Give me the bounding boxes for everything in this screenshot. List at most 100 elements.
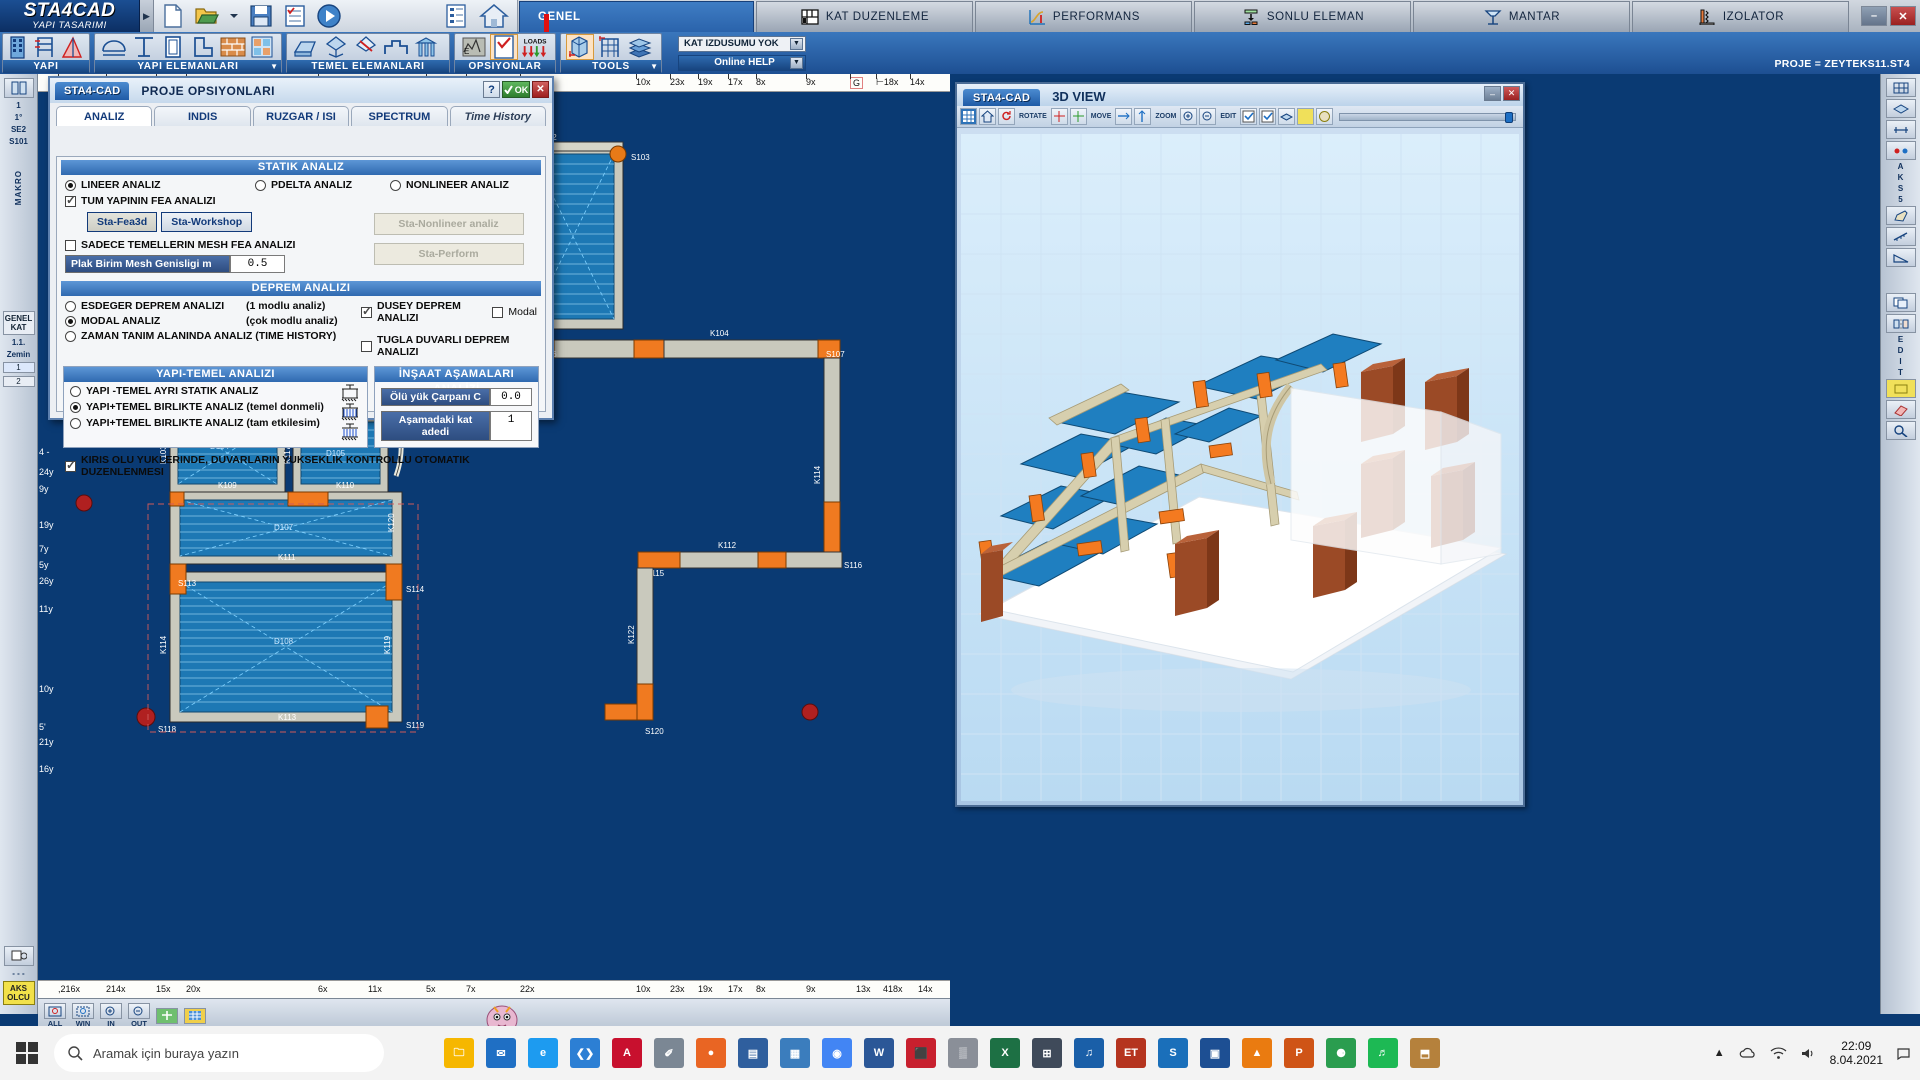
tab-kat-duzenleme[interactable]: KAT DUZENLEME xyxy=(756,1,973,32)
left-tool-select-icon[interactable] xyxy=(3,78,34,98)
tab-performans[interactable]: PERFORMANS xyxy=(975,1,1192,32)
radio-esdeger-deprem[interactable]: ESDEGER DEPREM ANALIZI (1 modlu analiz) xyxy=(65,300,355,312)
3d-close-button[interactable]: ✕ xyxy=(1503,86,1520,101)
dialog-close-button[interactable]: ✕ xyxy=(532,81,549,98)
tab-ruzgar-isi[interactable]: RUZGAR / ISI xyxy=(252,106,350,126)
notifications-icon[interactable] xyxy=(1897,1047,1910,1060)
sta-nonlineer-button[interactable]: Sta-Nonlineer analiz xyxy=(373,213,524,235)
new-file-icon[interactable] xyxy=(160,3,186,29)
dialog-help-button[interactable]: ? xyxy=(483,81,500,98)
tbeam-icon[interactable] xyxy=(130,34,158,60)
sta-workshop-button[interactable]: Sta-Workshop xyxy=(161,212,253,232)
mp3-icon[interactable]: ♫ xyxy=(1074,1038,1104,1068)
left-checkbox-icon[interactable] xyxy=(3,946,34,966)
right-tool-grid-icon[interactable] xyxy=(1885,78,1916,97)
zoom-in-button[interactable]: IN xyxy=(100,1003,122,1028)
checkbox-tugla-duvarli[interactable]: TUGLA DUVARLI DEPREM ANALIZI xyxy=(361,334,537,358)
zoom-all-button[interactable]: ALL xyxy=(44,1003,66,1028)
chevron-down-icon[interactable]: ▼ xyxy=(270,62,278,71)
strip-footing-icon[interactable] xyxy=(292,34,320,60)
sap-icon[interactable]: S xyxy=(1158,1038,1188,1068)
chevron-up-icon[interactable]: ▲ xyxy=(1714,1047,1725,1059)
edge-icon[interactable]: e xyxy=(528,1038,558,1068)
right-tool-layer-icon[interactable] xyxy=(1885,99,1916,118)
taskbar-clock[interactable]: 22:09 8.04.2021 xyxy=(1830,1039,1883,1067)
minimize-button[interactable]: – xyxy=(1861,6,1887,26)
checkbox-dusey-deprem[interactable]: DUSEY DEPREM ANALIZI xyxy=(361,300,482,324)
makro-label[interactable]: MAKRO xyxy=(14,170,23,205)
sketch-tool-icon[interactable]: ✐ xyxy=(654,1038,684,1068)
right-tool-zoom-icon[interactable] xyxy=(1885,421,1916,440)
steam-icon[interactable]: ⚈ xyxy=(1326,1038,1356,1068)
sta-fea3d-button[interactable]: Sta-Fea3d xyxy=(87,212,158,232)
excel-icon[interactable]: X xyxy=(990,1038,1020,1068)
toolbar-expand-arrow[interactable]: ▶ xyxy=(140,0,154,32)
3d-render-icon[interactable] xyxy=(1316,108,1334,125)
3d-refresh-icon[interactable] xyxy=(998,108,1015,125)
3d-check2-icon[interactable] xyxy=(1259,108,1277,125)
right-tool-angle-icon[interactable] xyxy=(1885,248,1916,267)
autocad-icon[interactable]: A xyxy=(612,1038,642,1068)
3d-check1-icon[interactable] xyxy=(1240,108,1258,125)
right-tool-measure-icon[interactable] xyxy=(1885,227,1916,246)
genel-kat-box[interactable]: GENEL KAT xyxy=(2,311,35,336)
open-dropdown-icon[interactable] xyxy=(228,3,240,29)
beam-icon[interactable] xyxy=(100,34,128,60)
report-icon[interactable] xyxy=(443,3,469,29)
building-icon[interactable] xyxy=(8,34,32,60)
mail-icon[interactable]: ✉ xyxy=(486,1038,516,1068)
right-tool-node-icon[interactable] xyxy=(1885,141,1916,160)
pan-button[interactable] xyxy=(156,1007,178,1024)
tab-sonlu-eleman[interactable]: SONLU ELEMAN xyxy=(1194,1,1411,32)
radio-yapi-temel-tam[interactable]: YAPI+TEMEL BIRLIKTE ANALIZ (tam etkilesi… xyxy=(70,417,361,429)
olu-yuk-carpani-input[interactable]: 0.0 xyxy=(490,388,532,406)
vlc-icon[interactable]: ▲ xyxy=(1242,1038,1272,1068)
vscode-icon[interactable]: ❮❯ xyxy=(570,1038,600,1068)
pedestal-icon[interactable] xyxy=(382,34,410,60)
pile-icon[interactable] xyxy=(412,34,440,60)
radio-lineer-analiz[interactable]: LINEER ANALIZ xyxy=(65,179,255,191)
book-icon[interactable] xyxy=(626,34,654,60)
tab-analiz[interactable]: ANALIZ xyxy=(56,106,153,126)
chrome-icon[interactable]: ◉ xyxy=(822,1038,852,1068)
radio-modal-analiz[interactable]: MODAL ANALIZ (çok modlu analiz) xyxy=(65,315,355,327)
right-tool-erase-icon[interactable] xyxy=(1885,400,1916,419)
load-diagram-icon[interactable] xyxy=(60,34,84,60)
right-tool-copy-icon[interactable] xyxy=(1885,293,1916,312)
earthquake-icon[interactable]: E xyxy=(460,34,488,60)
3d-rotate-y-icon[interactable] xyxy=(1069,108,1087,125)
aks-olcu-button[interactable]: AKS OLCU xyxy=(2,981,35,1005)
3d-layers-icon[interactable] xyxy=(1278,108,1296,125)
axes-3d-icon[interactable] xyxy=(566,34,594,60)
right-tool-pen-icon[interactable] xyxy=(1885,206,1916,225)
sta-perform-button[interactable]: Sta-Perform xyxy=(373,243,524,265)
frame-icon[interactable] xyxy=(34,34,58,60)
lshape-icon[interactable] xyxy=(189,34,217,60)
online-help-select[interactable]: Online HELP ▼ xyxy=(678,54,806,71)
chevron-down-icon-combo[interactable]: ▼ xyxy=(790,37,803,50)
3d-minimize-button[interactable]: – xyxy=(1484,86,1501,101)
slab-grid-icon[interactable] xyxy=(248,34,276,60)
level-item-2[interactable]: 2 xyxy=(2,376,35,388)
3d-zoom-out-icon[interactable] xyxy=(1199,108,1217,125)
start-button[interactable] xyxy=(0,1042,54,1064)
column-icon[interactable] xyxy=(159,34,187,60)
right-tool-mirror-icon[interactable] xyxy=(1885,314,1916,333)
3d-color-icon[interactable] xyxy=(1297,108,1315,125)
checkbox-kiris-olu-yuklerinde[interactable]: KIRIS OLU YUKLERINDE, DUVARLARIN YUKSEKL… xyxy=(57,448,545,478)
checkbox-modal[interactable]: Modal xyxy=(492,306,537,318)
pdf-icon[interactable]: ⬛ xyxy=(906,1038,936,1068)
radio-nonlineer-analiz[interactable]: NONLINEER ANALIZ xyxy=(390,179,509,191)
tab-time-history[interactable]: Time History xyxy=(449,106,547,126)
file-explorer-icon[interactable]: 🗀 xyxy=(444,1038,474,1068)
3d-slider-knob[interactable] xyxy=(1505,111,1513,123)
checkbox-tum-yapinin-fea[interactable]: TUM YAPININ FEA ANALIZI xyxy=(65,193,360,207)
3d-view-window[interactable]: STA4-CAD 3D VIEW – ✕ ROTATE MOVE ZOOM ED… xyxy=(955,82,1525,807)
apps-grid-icon[interactable]: ▒ xyxy=(948,1038,978,1068)
3d-rotate-x-icon[interactable] xyxy=(1050,108,1068,125)
grid-toggle-button[interactable] xyxy=(184,1007,206,1024)
save-icon[interactable] xyxy=(248,3,274,29)
tab-spectrum[interactable]: SPECTRUM xyxy=(351,106,448,126)
package-icon[interactable]: ⬒ xyxy=(1410,1038,1440,1068)
3d-view-slider[interactable] xyxy=(1339,111,1516,123)
